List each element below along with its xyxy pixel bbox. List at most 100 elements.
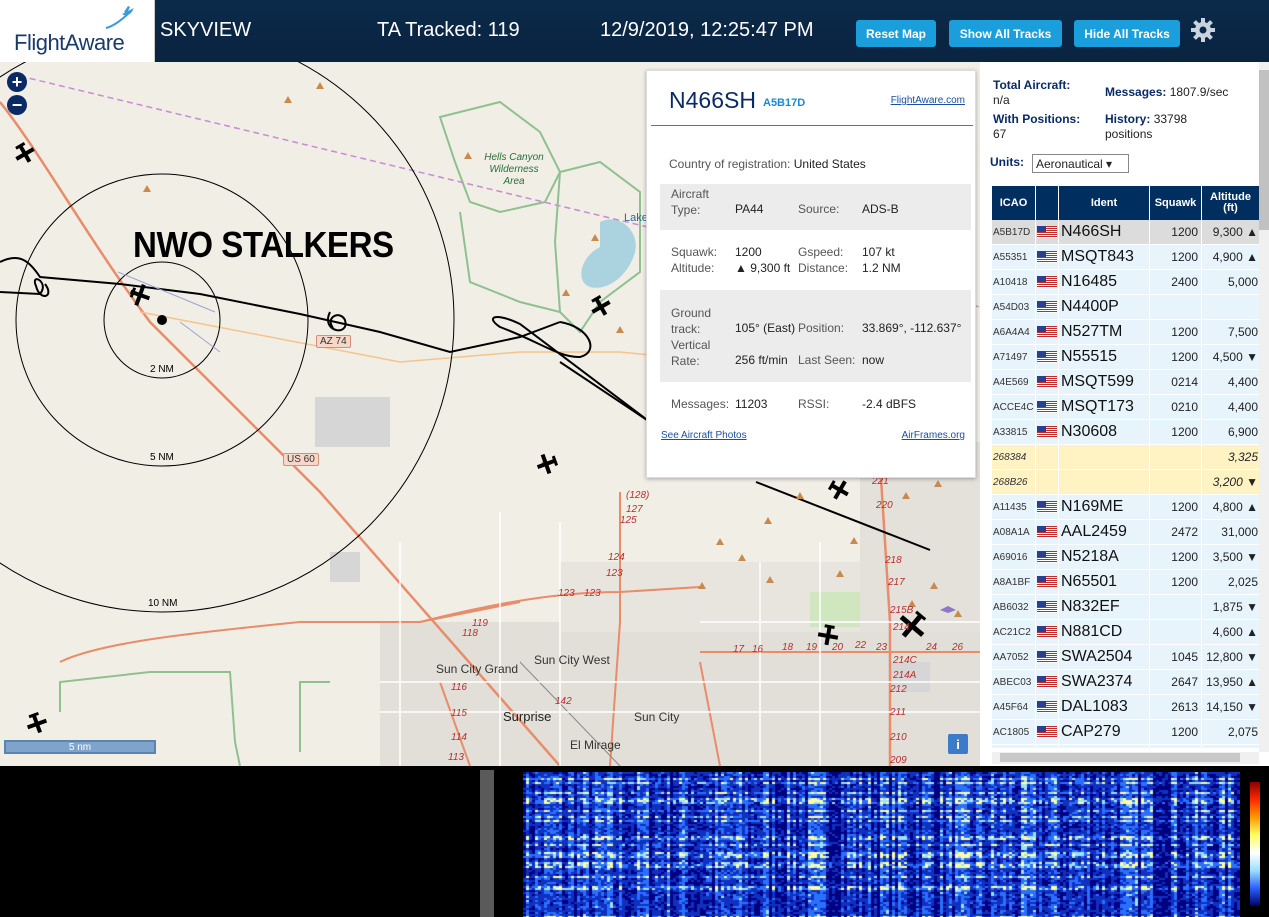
- sidebar-horizontal-scroll-thumb[interactable]: [1000, 753, 1240, 762]
- row-squawk: 1200: [1150, 570, 1201, 594]
- row-ident: JSX408: [1059, 745, 1149, 748]
- column-ident[interactable]: Ident: [1059, 186, 1149, 220]
- place-surprise: Surprise: [503, 709, 552, 724]
- table-row[interactable]: A55351 MSQT843 1200 4,900 ▲: [992, 245, 1259, 270]
- us-flag-icon: [1037, 326, 1057, 338]
- airframes-link[interactable]: AirFrames.org: [902, 430, 965, 441]
- row-ident: N881CD: [1059, 620, 1149, 644]
- table-row[interactable]: A6A4A4 N527TM 1200 7,500: [992, 320, 1259, 345]
- row-squawk: [1150, 295, 1201, 319]
- table-row[interactable]: A45F64 DAL1083 2613 14,150 ▼: [992, 695, 1259, 720]
- road-number: 22: [855, 640, 867, 651]
- units-select[interactable]: Aeronautical ▾: [1032, 154, 1129, 173]
- road-number: 19: [806, 642, 818, 653]
- row-ident: N65501: [1059, 570, 1149, 594]
- row-altitude: 2,075: [1202, 720, 1259, 744]
- column-altitude[interactable]: Altitude (ft): [1202, 186, 1259, 220]
- row-altitude: 13,950 ▲: [1202, 670, 1259, 694]
- us-flag-icon: [1037, 401, 1057, 413]
- row-flag: [1036, 745, 1058, 748]
- table-row[interactable]: 268B26 3,200 ▼: [992, 470, 1259, 495]
- row-icao: AC1805: [992, 720, 1035, 744]
- row-ident: N30608: [1059, 420, 1149, 444]
- show-all-tracks-button[interactable]: Show All Tracks: [949, 20, 1062, 47]
- row-ident: SWA2374: [1059, 670, 1149, 694]
- table-row[interactable]: ACCE4C MSQT173 0210 4,400: [992, 395, 1259, 420]
- aircraft-table-header: ICAO Ident Squawk Altitude (ft): [992, 186, 1259, 220]
- road-number: 209: [890, 755, 907, 766]
- flightaware-logo[interactable]: FlightAware: [0, 0, 155, 62]
- app-name: SKYVIEW: [160, 19, 252, 41]
- gear-icon[interactable]: [1190, 17, 1216, 43]
- map-info-button[interactable]: i: [948, 734, 968, 754]
- road-number: 218: [885, 555, 902, 566]
- table-row[interactable]: ABEC03 SWA2374 2647 13,950 ▲: [992, 670, 1259, 695]
- column-flag[interactable]: [1036, 186, 1058, 220]
- row-ident: N169ME: [1059, 495, 1149, 519]
- road-number: 26: [952, 642, 964, 653]
- sidebar-vertical-scroll-thumb[interactable]: [1259, 70, 1269, 230]
- ring-label-10nm: 10 NM: [148, 598, 178, 609]
- column-icao[interactable]: ICAO: [992, 186, 1035, 220]
- row-flag: [1036, 470, 1058, 494]
- row-squawk: 2400: [1150, 270, 1201, 294]
- row-altitude: 4,400: [1202, 370, 1259, 394]
- row-flag: [1036, 570, 1058, 594]
- table-row[interactable]: AC1805 CAP279 1200 2,075: [992, 720, 1259, 745]
- table-row[interactable]: A4E569 MSQT599 0214 4,400: [992, 370, 1259, 395]
- table-row[interactable]: AC21C2 N881CD 4,600 ▲: [992, 620, 1259, 645]
- row-icao: A08A1A: [992, 520, 1035, 544]
- table-row[interactable]: AB6032 N832EF 1,875 ▼: [992, 595, 1259, 620]
- table-row[interactable]: A29FCA JSX408673210,825 ▼: [992, 745, 1259, 748]
- table-row[interactable]: AA7052 SWA2504 1045 12,800 ▼: [992, 645, 1259, 670]
- row-squawk: 2647: [1150, 670, 1201, 694]
- road-number: 123: [584, 588, 601, 599]
- table-row[interactable]: A08A1A AAL2459 2472 31,000: [992, 520, 1259, 545]
- with-positions-value: 67: [993, 127, 1007, 141]
- row-altitude: 4,500 ▼: [1202, 345, 1259, 369]
- hide-all-tracks-button[interactable]: Hide All Tracks: [1074, 20, 1180, 47]
- reset-map-button[interactable]: Reset Map: [856, 20, 936, 47]
- last-seen-value: now: [862, 353, 885, 367]
- column-squawk[interactable]: Squawk: [1150, 186, 1201, 220]
- row-flag: [1036, 370, 1058, 394]
- row-altitude: 5,000: [1202, 270, 1259, 294]
- row-flag: [1036, 420, 1058, 444]
- table-row[interactable]: 268384 3,325: [992, 445, 1259, 470]
- row-squawk: 1200: [1150, 495, 1201, 519]
- table-row[interactable]: A8A1BF N65501 1200 2,025: [992, 570, 1259, 595]
- table-row[interactable]: A54D03 N4400P: [992, 295, 1259, 320]
- row-flag: [1036, 545, 1058, 569]
- table-row[interactable]: A33815 N30608 1200 6,900: [992, 420, 1259, 445]
- row-flag: [1036, 695, 1058, 719]
- last-seen-label: Last Seen:: [798, 353, 856, 367]
- row-flag: [1036, 620, 1058, 644]
- zoom-in-button[interactable]: +: [7, 72, 27, 92]
- road-number: 24: [926, 642, 938, 653]
- row-ident: [1059, 470, 1149, 494]
- place-sun-city: Sun City: [634, 710, 680, 724]
- table-row[interactable]: A11435 N169ME 1200 4,800 ▲: [992, 495, 1259, 520]
- row-flag: [1036, 220, 1058, 244]
- table-row[interactable]: A69016 N5218A 1200 3,500 ▼: [992, 545, 1259, 570]
- us-flag-icon: [1037, 426, 1057, 438]
- row-ident: N5218A: [1059, 545, 1149, 569]
- row-ident: N16485: [1059, 270, 1149, 294]
- aircraft-photos-link[interactable]: See Aircraft Photos: [661, 430, 747, 441]
- park-label: Hells Canyon Wilderness Area: [484, 152, 544, 187]
- row-altitude: 2,025: [1202, 570, 1259, 594]
- logo-text: FlightAware: [14, 30, 125, 55]
- row-flag: [1036, 345, 1058, 369]
- zoom-out-button[interactable]: −: [7, 95, 27, 115]
- us-flag-icon: [1037, 276, 1057, 288]
- flightaware-link[interactable]: FlightAware.com: [891, 95, 965, 106]
- squawk-value: 1200: [735, 245, 762, 259]
- row-icao: A55351: [992, 245, 1035, 269]
- table-row[interactable]: A10418 N16485 2400 5,000: [992, 270, 1259, 295]
- panel-divider[interactable]: [480, 770, 494, 917]
- us-flag-icon: [1037, 501, 1057, 513]
- row-flag: [1036, 595, 1058, 619]
- row-icao: AB6032: [992, 595, 1035, 619]
- table-row[interactable]: A71497 N55515 1200 4,500 ▼: [992, 345, 1259, 370]
- table-row[interactable]: A5B17D N466SH 1200 9,300 ▲: [992, 220, 1259, 245]
